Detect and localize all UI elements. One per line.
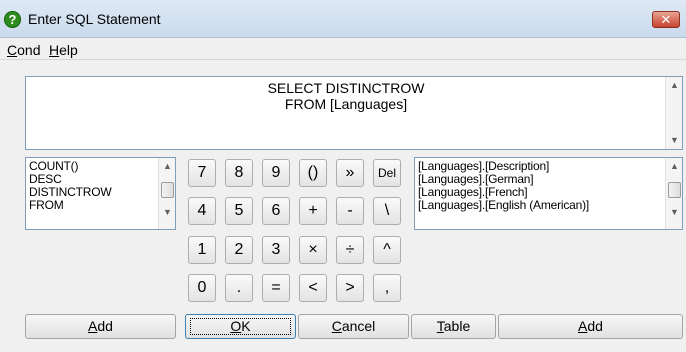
cancel-label: ancel — [341, 318, 376, 334]
menu-cond-label: ond — [17, 42, 41, 58]
add-label: dd — [587, 318, 603, 334]
key-2[interactable]: 2 — [225, 236, 253, 264]
key-1[interactable]: 1 — [188, 236, 216, 264]
key-equals[interactable]: = — [262, 274, 290, 302]
fields-scrollbar[interactable]: ▲ ▼ — [665, 158, 682, 229]
cancel-mnemonic: C — [331, 318, 342, 334]
key-less-than[interactable]: < — [299, 274, 327, 302]
menu-bar: Cond Help — [0, 38, 686, 60]
key-9[interactable]: 9 — [262, 159, 290, 187]
menu-help-label: elp — [59, 42, 78, 58]
key-divide[interactable]: ÷ — [336, 236, 364, 264]
close-button[interactable]: ✕ — [652, 11, 680, 28]
add-mnemonic: A — [578, 318, 588, 334]
keywords-scrollbar[interactable]: ▲ ▼ — [158, 158, 175, 229]
key-8[interactable]: 8 — [225, 159, 253, 187]
fields-list[interactable]: [Languages].[Description] [Languages].[G… — [414, 157, 683, 230]
title-bar: ? Enter SQL Statement ✕ — [0, 0, 686, 38]
table-button[interactable]: Table — [411, 314, 496, 339]
scroll-thumb[interactable] — [668, 182, 681, 198]
key-plus[interactable]: + — [299, 197, 327, 225]
scroll-down-icon[interactable]: ▼ — [666, 204, 682, 221]
key-insert-arrow[interactable]: » — [336, 159, 364, 187]
key-multiply[interactable]: × — [299, 236, 327, 264]
keywords-list[interactable]: COUNT() DESC DISTINCTROW FROM ▲ ▼ — [25, 157, 176, 230]
menu-cond[interactable]: Cond — [7, 42, 40, 58]
key-7[interactable]: 7 — [188, 159, 216, 187]
key-6[interactable]: 6 — [262, 197, 290, 225]
scroll-up-icon[interactable]: ▲ — [159, 158, 175, 175]
sql-line: FROM [Languages] — [284, 96, 408, 112]
add-keyword-button[interactable]: Add — [25, 314, 176, 339]
table-mnemonic: T — [436, 318, 444, 334]
focus-rectangle — [190, 318, 291, 335]
menu-help[interactable]: Help — [49, 42, 78, 58]
key-greater-than[interactable]: > — [336, 274, 364, 302]
scroll-up-icon[interactable]: ▲ — [666, 77, 683, 94]
menu-cond-mnemonic: C — [7, 42, 18, 58]
scroll-down-icon[interactable]: ▼ — [666, 132, 683, 149]
key-0[interactable]: 0 — [188, 274, 216, 302]
ok-button[interactable]: OK — [185, 314, 296, 339]
sql-scrollbar[interactable]: ▲ ▼ — [665, 77, 682, 149]
key-3[interactable]: 3 — [262, 236, 290, 264]
scroll-down-icon[interactable]: ▼ — [159, 204, 175, 221]
key-comma[interactable]: , — [373, 274, 401, 302]
menu-help-mnemonic: H — [49, 42, 60, 58]
sql-line: SELECT DISTINCTROW — [267, 80, 425, 96]
key-backslash[interactable]: \ — [373, 197, 401, 225]
key-parentheses[interactable]: () — [299, 159, 327, 187]
table-label: able — [443, 318, 471, 334]
key-4[interactable]: 4 — [188, 197, 216, 225]
key-delete[interactable]: Del — [373, 159, 401, 187]
scroll-thumb[interactable] — [161, 182, 174, 198]
scroll-up-icon[interactable]: ▲ — [666, 158, 682, 175]
key-minus[interactable]: - — [336, 197, 364, 225]
help-question-icon: ? — [4, 11, 21, 28]
key-power[interactable]: ^ — [373, 236, 401, 264]
key-5[interactable]: 5 — [225, 197, 253, 225]
add-field-button[interactable]: Add — [498, 314, 683, 339]
window-title: Enter SQL Statement — [28, 11, 161, 27]
list-item[interactable]: [Languages].[English (American)] — [418, 199, 589, 212]
key-decimal-point[interactable]: . — [225, 274, 253, 302]
cancel-button[interactable]: Cancel — [298, 314, 409, 339]
add-mnemonic: A — [88, 318, 98, 334]
add-label: dd — [97, 318, 113, 334]
sql-statement-box[interactable]: SELECT DISTINCTROW FROM [Languages] ▲ ▼ — [25, 76, 683, 150]
list-item[interactable]: FROM — [29, 199, 64, 212]
